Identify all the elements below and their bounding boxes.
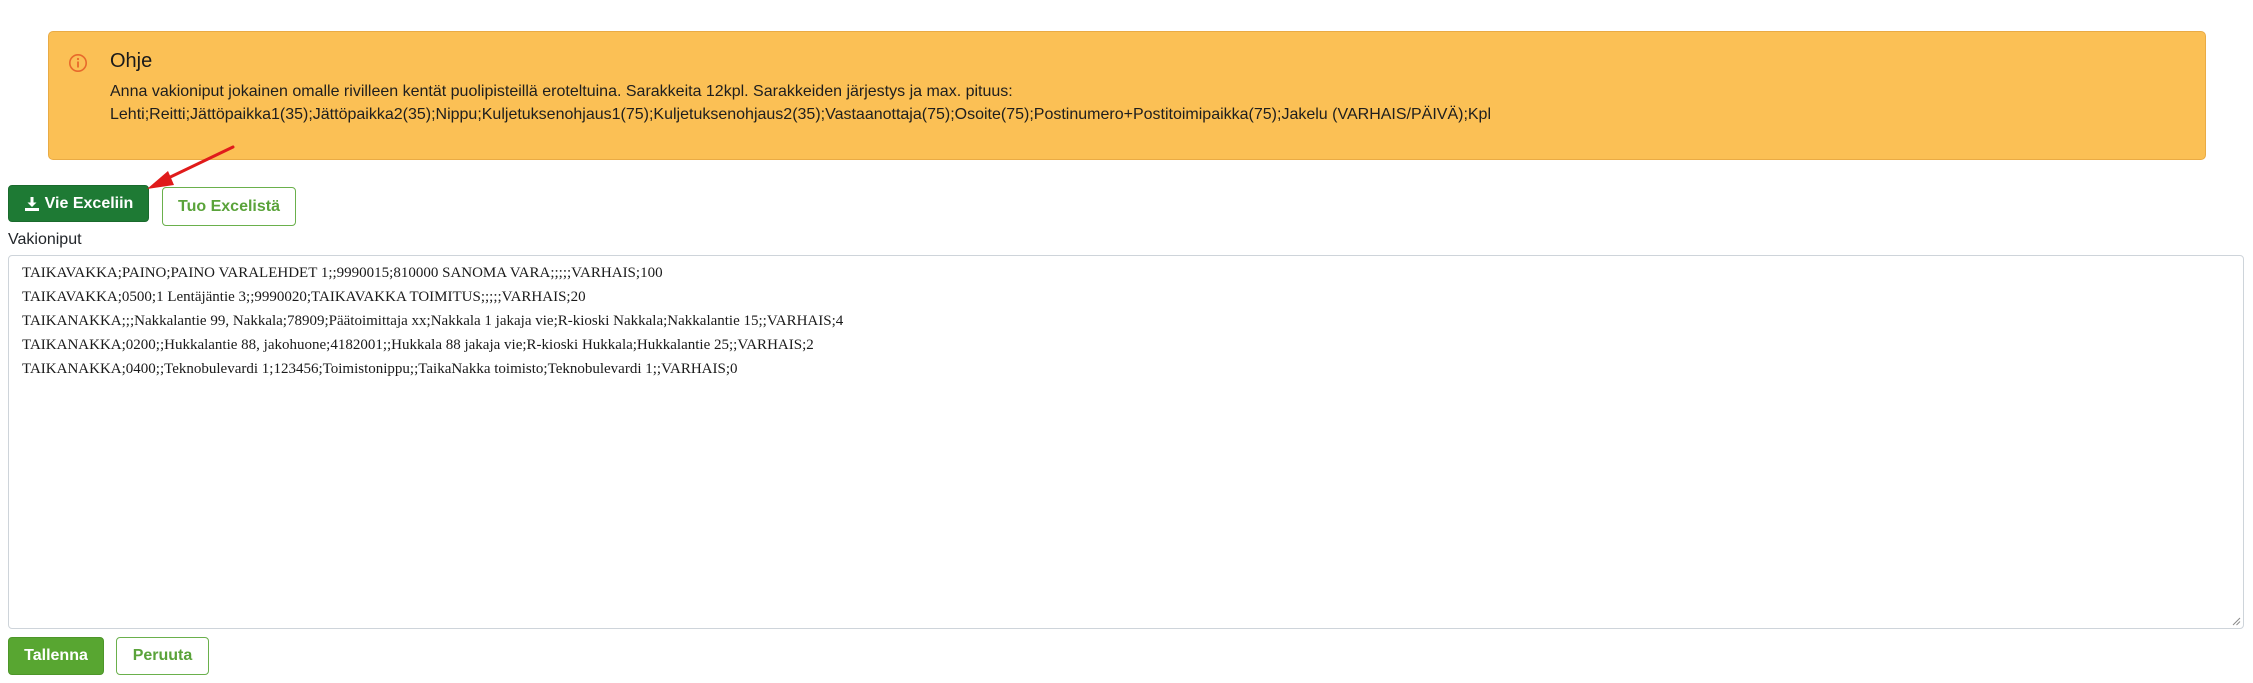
textarea-line: TAIKANAKKA;0200;;Hukkalantie 88, jakohuo… — [22, 337, 814, 353]
help-text: Anna vakioniput jokainen omalle rivillee… — [110, 83, 1013, 100]
vakioniput-label: Vakioniput — [8, 231, 82, 248]
export-to-excel-button[interactable]: Vie Exceliin — [8, 185, 149, 222]
textarea-line: TAIKAVAKKA;PAINO;PAINO VARALEHDET 1;;999… — [22, 265, 663, 281]
textarea-line: TAIKANAKKA;0400;;Teknobulevardi 1;123456… — [22, 361, 738, 377]
export-label: Vie Exceliin — [44, 194, 134, 212]
cancel-label: Peruuta — [132, 647, 193, 664]
help-columns-format: Lehti;Reitti;Jättöpaikka1(35);Jättöpaikk… — [110, 106, 1492, 123]
save-label: Tallenna — [24, 647, 88, 664]
import-label: Tuo Excelistä — [178, 197, 280, 215]
import-from-excel-button[interactable]: Tuo Excelistä — [162, 187, 296, 226]
info-circle-icon — [69, 54, 87, 72]
save-button[interactable]: Tallenna — [8, 637, 104, 675]
cancel-button[interactable]: Peruuta — [116, 637, 209, 675]
download-icon — [24, 196, 39, 211]
help-alert: Ohje Anna vakioniput jokainen omalle riv… — [48, 31, 2206, 160]
vakioniput-textarea[interactable]: TAIKAVAKKA;PAINO;PAINO VARALEHDET 1;;999… — [8, 255, 2244, 629]
textarea-line: TAIKANAKKA;;;Nakkalantie 99, Nakkala;789… — [22, 313, 844, 329]
resize-grip-icon[interactable] — [2231, 616, 2241, 626]
textarea-line: TAIKAVAKKA;0500;1 Lentäjäntie 3;;9990020… — [22, 289, 586, 305]
help-title: Ohje — [110, 50, 153, 72]
